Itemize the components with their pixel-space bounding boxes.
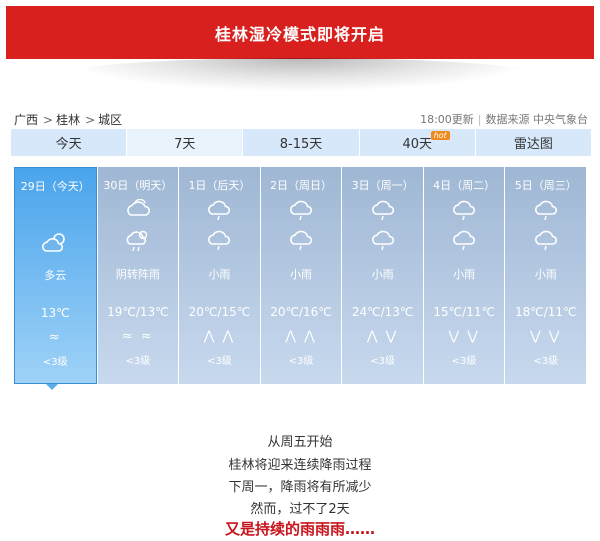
temperature: 19℃/13℃ <box>107 305 169 319</box>
tab-8-15days[interactable]: 8-15天 <box>243 129 360 156</box>
temperature: 20℃/15℃ <box>188 305 251 319</box>
tab-7days[interactable]: 7天 <box>127 129 244 156</box>
light-rain-icon <box>424 199 505 225</box>
light-rain-icon <box>179 229 260 255</box>
day-column[interactable]: 2日（周日） 小雨 20℃/16℃ ⋀ ⋀ <3级 <box>260 167 342 384</box>
weather-desc: 小雨 <box>290 268 313 281</box>
day-date: 29日（今天） <box>20 180 90 193</box>
message-line-4: 然而，过不了2天 <box>250 502 350 517</box>
day-date: 4日（周二） <box>433 179 496 192</box>
tab-label: 7天 <box>174 137 196 152</box>
wind-level: <3级 <box>533 356 559 367</box>
partly-cloudy-icon <box>15 232 96 258</box>
tab-40days[interactable]: 40天 hot <box>359 129 476 156</box>
breadcrumb-city[interactable]: 桂林 <box>56 113 80 127</box>
banner: 桂林湿冷模式即将开启 <box>6 6 594 59</box>
source-label: 数据来源 中央气象台 <box>485 113 589 126</box>
day-column[interactable]: 1日（后天） 小雨 20℃/15℃ ⋀ ⋀ <3级 <box>179 167 260 384</box>
weather-desc: 小雨 <box>371 268 394 281</box>
temperature: 15℃/11℃ <box>433 305 495 319</box>
forecast-days: 29日（今天） 多云 13℃ ≈ <3级 30日（明天） 阴转阵雨 19℃/13℃ ≈ ≈ <3级… <box>14 167 587 384</box>
tab-label: 40天 <box>402 137 432 152</box>
day-date: 2日（周日） <box>270 179 333 192</box>
temperature: 18℃/11℃ <box>514 305 577 319</box>
wind-direction-icon: ≈ <box>48 330 62 345</box>
day-date: 3日（周一） <box>351 179 414 192</box>
day-date: 1日（后天） <box>188 179 251 192</box>
temperature: 24℃/13℃ <box>351 305 414 319</box>
tab-label: 今天 <box>55 137 82 152</box>
cloudy-shower-icon <box>98 229 179 255</box>
banner-title: 桂林湿冷模式即将开启 <box>214 24 385 44</box>
tab-radar[interactable]: 雷达图 <box>475 129 592 156</box>
weather-desc: 小雨 <box>453 268 476 281</box>
wind-level: <3级 <box>288 356 314 367</box>
light-rain-icon <box>179 199 260 225</box>
day-date: 5日（周三） <box>514 179 577 192</box>
message-line-3: 下周一，降雨将有所减少 <box>228 480 372 495</box>
breadcrumb-province[interactable]: 广西 <box>14 113 38 127</box>
day-column[interactable]: 5日（周三） 小雨 18℃/11℃ ⋁ ⋁ <3级 <box>505 167 587 384</box>
wind-level: <3级 <box>125 356 151 367</box>
light-rain-icon <box>261 199 342 225</box>
tab-label: 雷达图 <box>513 137 553 152</box>
day-column[interactable]: 29日（今天） 多云 13℃ ≈ <3级 <box>14 167 97 384</box>
banner-shadow <box>60 58 540 92</box>
weather-desc: 小雨 <box>534 268 557 281</box>
light-rain-icon <box>505 199 586 225</box>
wind-level: <3级 <box>451 356 477 367</box>
wind-direction-icon: ⋁ ⋁ <box>530 329 562 344</box>
wind-direction-icon: ⋀ ⋀ <box>285 329 317 344</box>
tab-label: 8-15天 <box>279 137 323 152</box>
breadcrumb-district[interactable]: 城区 <box>98 113 122 127</box>
wind-level: <3级 <box>370 356 395 367</box>
update-time: 18:00更新 <box>420 113 474 126</box>
weather-desc: 阴转阵雨 <box>115 268 160 281</box>
light-rain-icon <box>261 229 342 255</box>
wind-direction-icon: ⋀ ⋀ <box>203 329 236 344</box>
weather-desc: 多云 <box>44 269 67 282</box>
hot-badge: hot <box>430 131 450 140</box>
cloudy-icon <box>98 199 179 225</box>
light-rain-icon <box>424 229 505 255</box>
message-emphasis: 又是持续的雨雨雨…… <box>224 520 375 538</box>
day-column[interactable]: 4日（周二） 小雨 15℃/11℃ ⋁ ⋁ <3级 <box>423 167 505 384</box>
forecast-tabs: 今天 7天 8-15天 40天 hot 雷达图 <box>11 129 592 156</box>
wind-level: <3级 <box>42 357 68 368</box>
temperature: 20℃/16℃ <box>270 305 332 319</box>
weather-desc: 小雨 <box>208 268 231 281</box>
light-rain-icon <box>342 199 423 225</box>
wind-direction-icon: ≈ ≈ <box>121 329 154 344</box>
wind-level: <3级 <box>207 356 232 367</box>
breadcrumb: 广西 > 桂林 > 城区 <box>14 113 123 127</box>
wind-direction-icon: ⋁ ⋁ <box>448 329 480 344</box>
message-line-1: 从周五开始 <box>267 435 333 450</box>
day-column[interactable]: 3日（周一） 小雨 24℃/13℃ ⋀ ⋁ <3级 <box>342 167 423 384</box>
selected-day-pointer <box>46 384 58 390</box>
wind-direction-icon: ⋀ ⋁ <box>366 329 399 344</box>
light-rain-icon <box>505 229 586 255</box>
data-source: 18:00更新 | 数据来源 中央气象台 <box>420 113 589 126</box>
tab-today[interactable]: 今天 <box>11 129 128 156</box>
message-line-2: 桂林将迎来连续降雨过程 <box>228 458 372 473</box>
temperature: 13℃ <box>40 306 70 320</box>
day-date: 30日（明天） <box>103 179 173 192</box>
light-rain-icon <box>342 229 423 255</box>
day-column[interactable]: 30日（明天） 阴转阵雨 19℃/13℃ ≈ ≈ <3级 <box>97 167 179 384</box>
